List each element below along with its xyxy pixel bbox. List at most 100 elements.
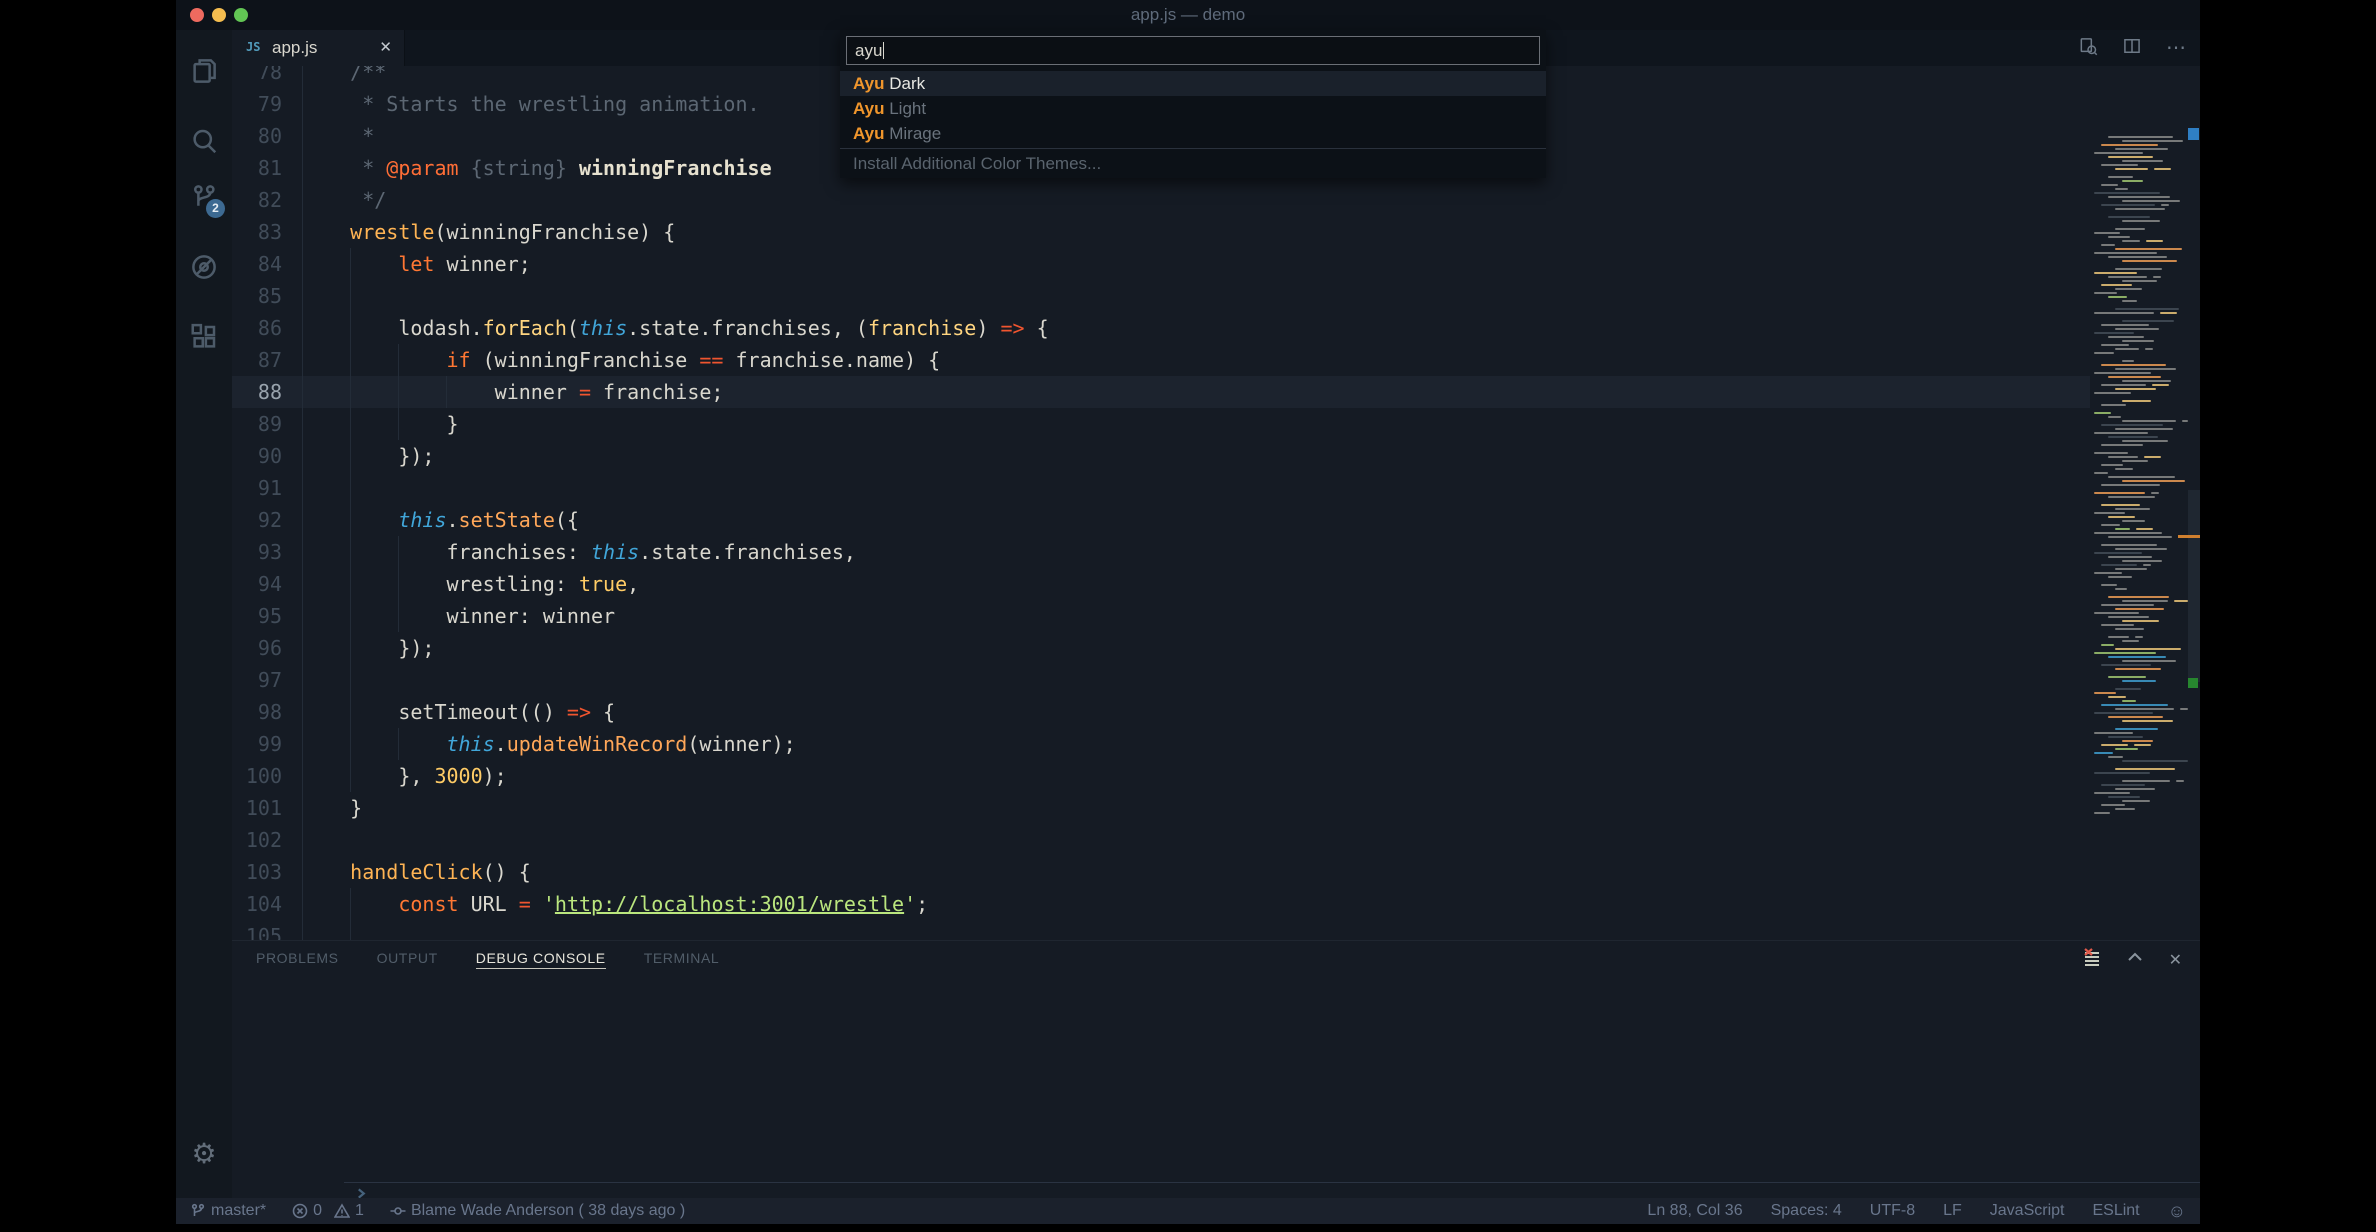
code-line[interactable]: 100 }, 3000); bbox=[232, 760, 2090, 792]
code-text: let winner; bbox=[302, 248, 531, 280]
code-line[interactable]: 90 }); bbox=[232, 440, 2090, 472]
status-warning[interactable]: 1 bbox=[334, 1202, 364, 1220]
code-line[interactable]: 103 handleClick() { bbox=[232, 856, 2090, 888]
status-javascript[interactable]: JavaScript bbox=[1990, 1202, 2065, 1220]
indent-guide bbox=[302, 824, 303, 856]
code-text: lodash.forEach(this.state.franchises, (f… bbox=[302, 312, 1049, 344]
minimap[interactable] bbox=[2090, 132, 2188, 892]
split-editor-icon[interactable] bbox=[2122, 36, 2142, 61]
quickpick-item-light[interactable]: Ayu Light bbox=[840, 96, 1546, 121]
line-number: 96 bbox=[232, 632, 282, 664]
code-line[interactable]: 105 bbox=[232, 920, 2090, 940]
scrollbar-slider[interactable] bbox=[2188, 490, 2200, 682]
vscode-window: app.js — demo 2 ⚙ JS app.js ✕ bbox=[176, 0, 2200, 1224]
code-text: }); bbox=[302, 440, 434, 472]
line-number: 82 bbox=[232, 184, 282, 216]
more-actions-icon[interactable]: ⋯ bbox=[2166, 38, 2186, 58]
line-number: 88 bbox=[232, 376, 282, 408]
line-number: 104 bbox=[232, 888, 282, 920]
overview-ruler[interactable] bbox=[2188, 132, 2200, 940]
code-line[interactable]: 93 franchises: this.state.franchises, bbox=[232, 536, 2090, 568]
code-line[interactable]: 102 bbox=[232, 824, 2090, 856]
quickpick-list: Ayu DarkAyu LightAyu Mirage bbox=[840, 71, 1546, 146]
debug-console-prompt-icon[interactable] bbox=[356, 1186, 368, 1198]
quickpick-item-dark[interactable]: Ayu Dark bbox=[840, 71, 1546, 96]
line-number: 80 bbox=[232, 120, 282, 152]
code-line[interactable]: 82 */ bbox=[232, 184, 2090, 216]
status-spaces-4[interactable]: Spaces: 4 bbox=[1771, 1202, 1842, 1220]
status-commit[interactable]: Blame Wade Anderson ( 38 days ago ) bbox=[390, 1202, 685, 1220]
code-line[interactable]: 97 bbox=[232, 664, 2090, 696]
tab-appjs[interactable]: JS app.js ✕ bbox=[232, 30, 405, 66]
panel-actions: ✕ bbox=[2083, 948, 2182, 971]
status-utf-8[interactable]: UTF-8 bbox=[1870, 1202, 1915, 1220]
code-line[interactable]: 99 this.updateWinRecord(winner); bbox=[232, 728, 2090, 760]
line-number: 102 bbox=[232, 824, 282, 856]
panel-tab-output[interactable]: OUTPUT bbox=[377, 950, 438, 968]
feedback-smiley-icon[interactable]: ☺ bbox=[2168, 1202, 2186, 1220]
code-line[interactable]: 83 wrestle(winningFranchise) { bbox=[232, 216, 2090, 248]
code-text: /** bbox=[302, 66, 386, 88]
panel-tab-terminal[interactable]: TERMINAL bbox=[644, 950, 720, 968]
code-text: setTimeout(() => { bbox=[302, 696, 615, 728]
code-line[interactable]: 84 let winner; bbox=[232, 248, 2090, 280]
code-text: this.updateWinRecord(winner); bbox=[302, 728, 796, 760]
code-line[interactable]: 95 winner: winner bbox=[232, 600, 2090, 632]
code-text: wrestling: true, bbox=[302, 568, 639, 600]
line-number: 78 bbox=[232, 66, 282, 88]
code-text: * @param {string} winningFranchise bbox=[302, 152, 772, 184]
code-line[interactable]: 89 } bbox=[232, 408, 2090, 440]
line-number: 93 bbox=[232, 536, 282, 568]
code-text: const URL = 'http://localhost:3001/wrest… bbox=[302, 888, 928, 920]
code-line[interactable]: 86 lodash.forEach(this.state.franchises,… bbox=[232, 312, 2090, 344]
title-bar: app.js — demo bbox=[176, 0, 2200, 30]
line-number: 95 bbox=[232, 600, 282, 632]
close-panel-icon[interactable]: ✕ bbox=[2169, 950, 2182, 970]
tab-close-icon[interactable]: ✕ bbox=[379, 30, 392, 66]
panel-tab-problems[interactable]: PROBLEMS bbox=[256, 950, 339, 968]
code-line[interactable]: 98 setTimeout(() => { bbox=[232, 696, 2090, 728]
quickpick-install-themes[interactable]: Install Additional Color Themes... bbox=[840, 151, 1546, 176]
status-eslint[interactable]: ESLint bbox=[2092, 1202, 2139, 1220]
maximize-panel-icon[interactable] bbox=[2127, 949, 2143, 970]
debug-input-separator bbox=[344, 1182, 2200, 1183]
open-changes-icon[interactable] bbox=[2078, 36, 2098, 61]
line-number: 90 bbox=[232, 440, 282, 472]
code-line[interactable]: 101 } bbox=[232, 792, 2090, 824]
line-number: 84 bbox=[232, 248, 282, 280]
quickpick-widget: ayu Ayu DarkAyu LightAyu Mirage Install … bbox=[840, 30, 1546, 178]
quickpick-item-mirage[interactable]: Ayu Mirage bbox=[840, 121, 1546, 146]
code-line[interactable]: 92 this.setState({ bbox=[232, 504, 2090, 536]
indent-guide bbox=[350, 472, 351, 504]
status-right: Ln 88, Col 36 Spaces: 4 UTF-8 LF JavaScript E… bbox=[1619, 1202, 2186, 1220]
status-lf[interactable]: LF bbox=[1943, 1202, 1962, 1220]
status-branch[interactable]: master* bbox=[190, 1202, 266, 1220]
panel-tab-debug-console[interactable]: DEBUG CONSOLE bbox=[476, 950, 606, 969]
indent-guide bbox=[302, 472, 303, 504]
code-line[interactable]: 91 bbox=[232, 472, 2090, 504]
code-text: winner = franchise; bbox=[302, 376, 723, 408]
panel-tabs: PROBLEMS OUTPUT DEBUG CONSOLE TERMINAL bbox=[256, 941, 719, 977]
code-line[interactable]: 96 }); bbox=[232, 632, 2090, 664]
code-text: if (winningFranchise == franchise.name) … bbox=[302, 344, 940, 376]
indent-guide bbox=[350, 280, 351, 312]
settings-gear-icon[interactable]: ⚙ bbox=[176, 1137, 232, 1170]
clear-console-icon[interactable] bbox=[2083, 948, 2101, 971]
code-line[interactable]: 87 if (winningFranchise == franchise.nam… bbox=[232, 344, 2090, 376]
ruler-marker-modified bbox=[2178, 535, 2200, 538]
status-ln-88-col-36[interactable]: Ln 88, Col 36 bbox=[1647, 1202, 1742, 1220]
quickpick-input[interactable]: ayu bbox=[846, 36, 1540, 65]
code-line[interactable]: 85 bbox=[232, 280, 2090, 312]
code-text: handleClick() { bbox=[302, 856, 531, 888]
editor-region[interactable]: 78 /**79 * Starts the wrestling animatio… bbox=[176, 66, 2200, 940]
line-number: 85 bbox=[232, 280, 282, 312]
status-error[interactable]: 0 bbox=[292, 1202, 322, 1220]
code-line[interactable]: 94 wrestling: true, bbox=[232, 568, 2090, 600]
text-cursor bbox=[883, 42, 884, 59]
line-number: 105 bbox=[232, 920, 282, 940]
indent-guide bbox=[302, 920, 303, 940]
code-line[interactable]: 104 const URL = 'http://localhost:3001/w… bbox=[232, 888, 2090, 920]
code-line[interactable]: 88 winner = franchise; bbox=[232, 376, 2090, 408]
bottom-panel: PROBLEMS OUTPUT DEBUG CONSOLE TERMINAL ✕ bbox=[232, 940, 2200, 1199]
ruler-marker-added bbox=[2188, 678, 2198, 688]
